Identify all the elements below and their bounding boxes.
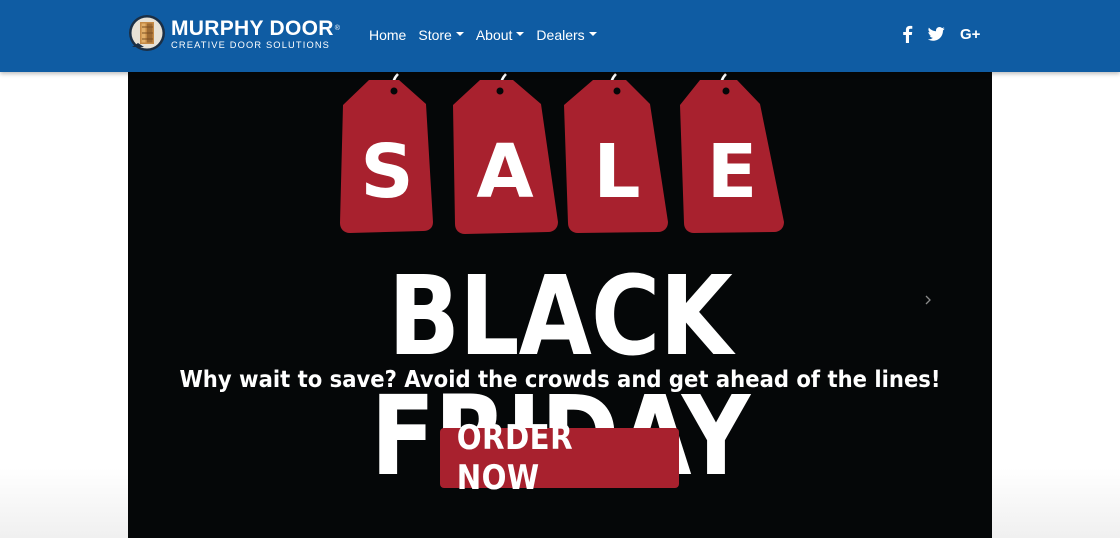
- main-nav-menu: Home Store About Dealers: [369, 26, 609, 46]
- nav-item-label: Home: [369, 27, 407, 43]
- sale-tag-letter: A: [476, 129, 533, 215]
- nav-item-label: Dealers: [536, 27, 585, 43]
- brand-text: MURPHY DOOR® CREATIVE DOOR SOLUTIONS: [171, 17, 351, 51]
- google-plus-icon[interactable]: G+: [960, 25, 980, 45]
- sale-tag-letter: L: [593, 129, 640, 215]
- order-now-button[interactable]: ORDER NOW: [440, 418, 679, 498]
- nav-item-label: Store: [418, 27, 452, 43]
- sale-tag-letter: S: [360, 129, 413, 215]
- nav-item-label: About: [475, 27, 513, 43]
- top-navbar: MURPHY DOOR® CREATIVE DOOR SOLUTIONS Hom…: [0, 0, 1120, 72]
- nav-item-home[interactable]: Home: [369, 26, 406, 46]
- nav-item-store[interactable]: Store: [418, 26, 464, 46]
- sale-tag: E: [680, 73, 784, 233]
- google-plus-label: G+: [960, 26, 981, 43]
- hero-subheadline: Why wait to save? Avoid the crowds and g…: [179, 367, 941, 393]
- caret-down-icon: [516, 32, 525, 37]
- caret-down-icon: [455, 32, 464, 37]
- murphy-door-logo-icon: [129, 15, 165, 51]
- facebook-icon[interactable]: [901, 25, 913, 45]
- order-now-label: ORDER NOW: [456, 418, 574, 498]
- sale-tag: S: [340, 73, 433, 233]
- sale-tag-letter: E: [707, 129, 758, 215]
- brand-name: MURPHY DOOR®: [171, 17, 351, 40]
- nav-item-about[interactable]: About: [476, 26, 525, 46]
- brand-logo-link[interactable]: MURPHY DOOR® CREATIVE DOOR SOLUTIONS: [128, 13, 353, 59]
- sale-tag: L: [564, 73, 668, 233]
- brand-tagline: CREATIVE DOOR SOLUTIONS: [171, 40, 331, 50]
- nav-item-dealers[interactable]: Dealers: [536, 26, 597, 46]
- sale-tag: A: [453, 73, 558, 234]
- twitter-icon[interactable]: [928, 25, 945, 45]
- carousel-next-chevron-right-icon[interactable]: [920, 290, 936, 310]
- trademark-symbol: ®: [334, 25, 341, 32]
- sale-tags-graphic: S A L E: [340, 73, 784, 234]
- hero-banner: S A L E BLACK FRIDAY Why wait to save? A…: [128, 72, 992, 538]
- caret-down-icon: [588, 32, 597, 37]
- brand-name-text: MURPHY DOOR: [171, 17, 334, 40]
